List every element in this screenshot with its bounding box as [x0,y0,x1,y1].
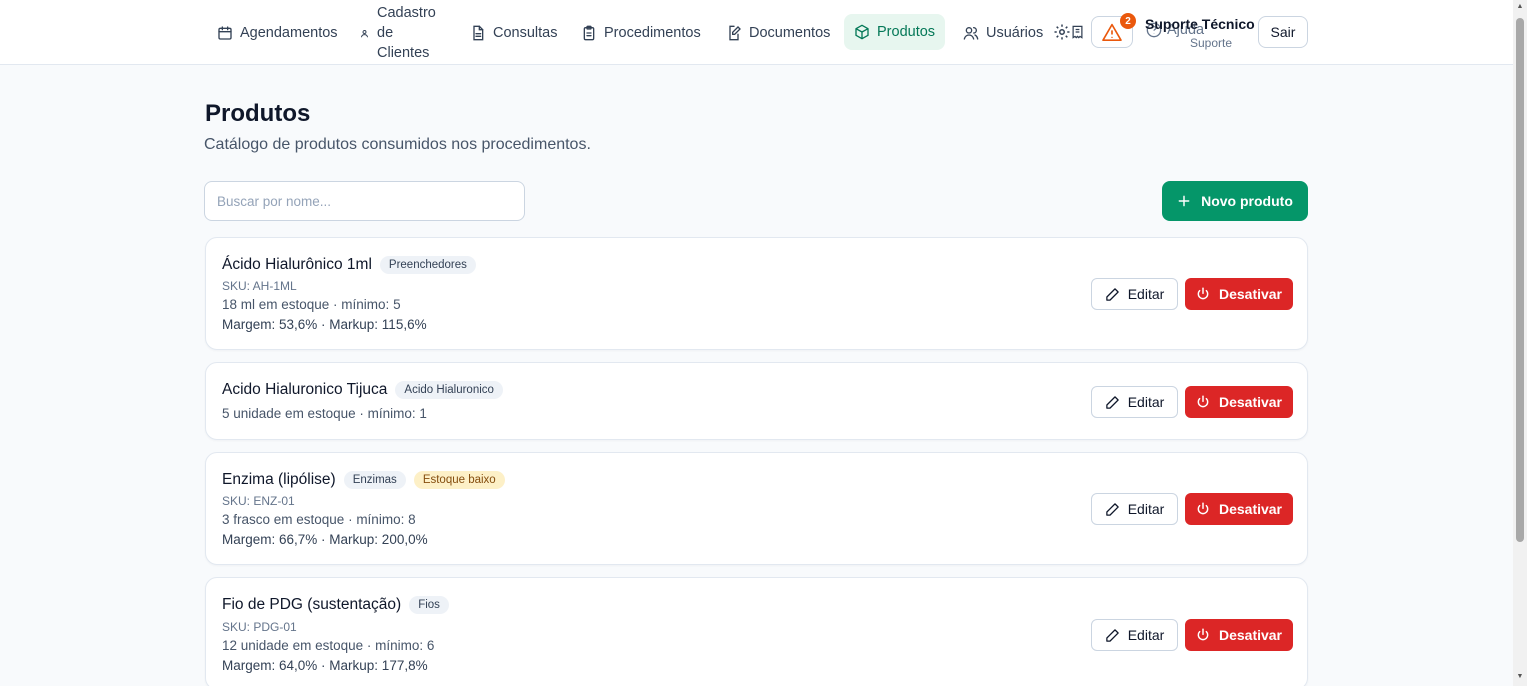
product-margin: Margem: 53,6% · Markup: 115,6% [222,317,427,332]
top-navigation-bar: Agendamentos Cadastro de Clientes Consul… [0,0,1513,65]
product-name: Enzima (lipólise) [222,471,336,488]
product-sku: SKU: ENZ-01 [222,494,295,508]
nav-label: Procedimentos [604,25,701,41]
low-stock-badge: Estoque baixo [413,471,505,489]
edit-label: Editar [1127,286,1165,302]
pencil-icon [1105,287,1119,301]
users-icon [963,27,979,40]
pencil-icon [1105,395,1119,409]
nav-usuarios[interactable]: Usuários [953,15,1053,51]
deactivate-label: Desativar [1218,501,1283,517]
product-stock: 3 frasco em estoque · mínimo: 8 [222,512,416,527]
deactivate-label: Desativar [1218,286,1283,302]
pencil-icon [1105,502,1119,516]
power-icon [1197,628,1209,641]
power-icon [1197,287,1209,300]
product-header: Fio de PDG (sustentação) Fios [222,596,449,614]
nav-consultas[interactable]: Consultas [460,15,567,51]
deactivate-label: Desativar [1218,394,1283,410]
package-icon [855,24,869,40]
product-card: Acido Hialuronico Tijuca Acido Hialuroni… [205,362,1308,440]
nav-documentos[interactable]: Documentos [716,15,840,51]
warning-triangle-icon [1102,23,1122,41]
deactivate-button[interactable]: Desativar [1185,493,1293,525]
product-name: Fio de PDG (sustentação) [222,596,402,613]
user-icon [361,29,368,37]
nav-label: Consultas [493,25,558,41]
receipt-icon [1072,25,1082,39]
category-tag: Fios [409,596,449,614]
product-sku: SKU: AH-1ML [222,279,297,293]
user-name: Suporte Técnico [1145,16,1255,32]
scroll-down-arrow-icon[interactable]: ▼ [1516,672,1524,680]
product-stock: 5 unidade em estoque · mínimo: 1 [222,406,427,421]
nav-cadastro-clientes[interactable]: Cadastro de Clientes [360,3,437,63]
nav-produtos[interactable]: Produtos [844,14,946,50]
product-header: Acido Hialuronico Tijuca Acido Hialuroni… [222,381,503,399]
deactivate-label: Desativar [1218,627,1283,643]
file-edit-icon [729,25,741,41]
plus-icon [1178,195,1190,207]
pencil-icon [1105,628,1119,642]
product-header: Ácido Hialurônico 1ml Preenchedores [222,256,476,274]
product-name: Ácido Hialurônico 1ml [222,256,372,273]
nav-label: Agendamentos [240,25,338,41]
clipboard-icon [583,25,595,41]
page-title: Produtos [205,100,311,127]
receipt-button[interactable] [1068,22,1086,42]
product-margin: Margem: 64,0% · Markup: 177,8% [222,658,428,673]
search-input[interactable] [204,181,525,221]
alert-count-badge: 2 [1120,13,1136,29]
logout-button[interactable]: Sair [1258,16,1308,48]
nav-procedimentos[interactable]: Procedimentos [571,15,711,51]
product-margin: Margem: 66,7% · Markup: 200,0% [222,532,428,547]
edit-button[interactable]: Editar [1091,278,1178,310]
category-tag: Acido Hialuronico [395,381,503,399]
product-card: Ácido Hialurônico 1ml Preenchedores SKU:… [205,237,1308,350]
product-header: Enzima (lipólise) Enzimas Estoque baixo [222,471,505,489]
category-tag: Enzimas [343,471,406,489]
nav-agendamentos[interactable]: Agendamentos [207,15,348,51]
edit-label: Editar [1127,394,1165,410]
edit-button[interactable]: Editar [1091,386,1178,418]
power-icon [1197,502,1209,515]
nav-label: Cadastro de Clientes [377,5,436,61]
product-card: Enzima (lipólise) Enzimas Estoque baixo … [205,452,1308,565]
edit-label: Editar [1127,501,1165,517]
product-stock: 18 ml em estoque · mínimo: 5 [222,297,401,312]
edit-label: Editar [1127,627,1165,643]
edit-button[interactable]: Editar [1091,619,1178,651]
deactivate-button[interactable]: Desativar [1185,619,1293,651]
scrollbar-thumb[interactable] [1516,18,1524,542]
new-product-button[interactable]: Novo produto [1162,181,1308,221]
deactivate-button[interactable]: Desativar [1185,386,1293,418]
file-text-icon [473,25,484,41]
new-product-label: Novo produto [1201,193,1293,209]
nav-label: Usuários [986,25,1044,41]
nav-label: Documentos [749,25,831,41]
calendar-icon [218,26,232,40]
product-name: Acido Hialuronico Tijuca [222,381,388,398]
power-icon [1197,395,1209,408]
product-stock: 12 unidade em estoque · mínimo: 6 [222,638,435,653]
deactivate-button[interactable]: Desativar [1185,278,1293,310]
product-sku: SKU: PDG-01 [222,620,297,634]
nav-label: Produtos [877,24,936,40]
category-tag: Preenchedores [379,256,476,274]
scroll-up-arrow-icon[interactable]: ▲ [1516,2,1524,10]
edit-button[interactable]: Editar [1091,493,1178,525]
page-subtitle: Catálogo de produtos consumidos nos proc… [204,136,591,153]
product-card: Fio de PDG (sustentação) Fios SKU: PDG-0… [205,577,1308,686]
user-role: Suporte [1189,36,1232,50]
